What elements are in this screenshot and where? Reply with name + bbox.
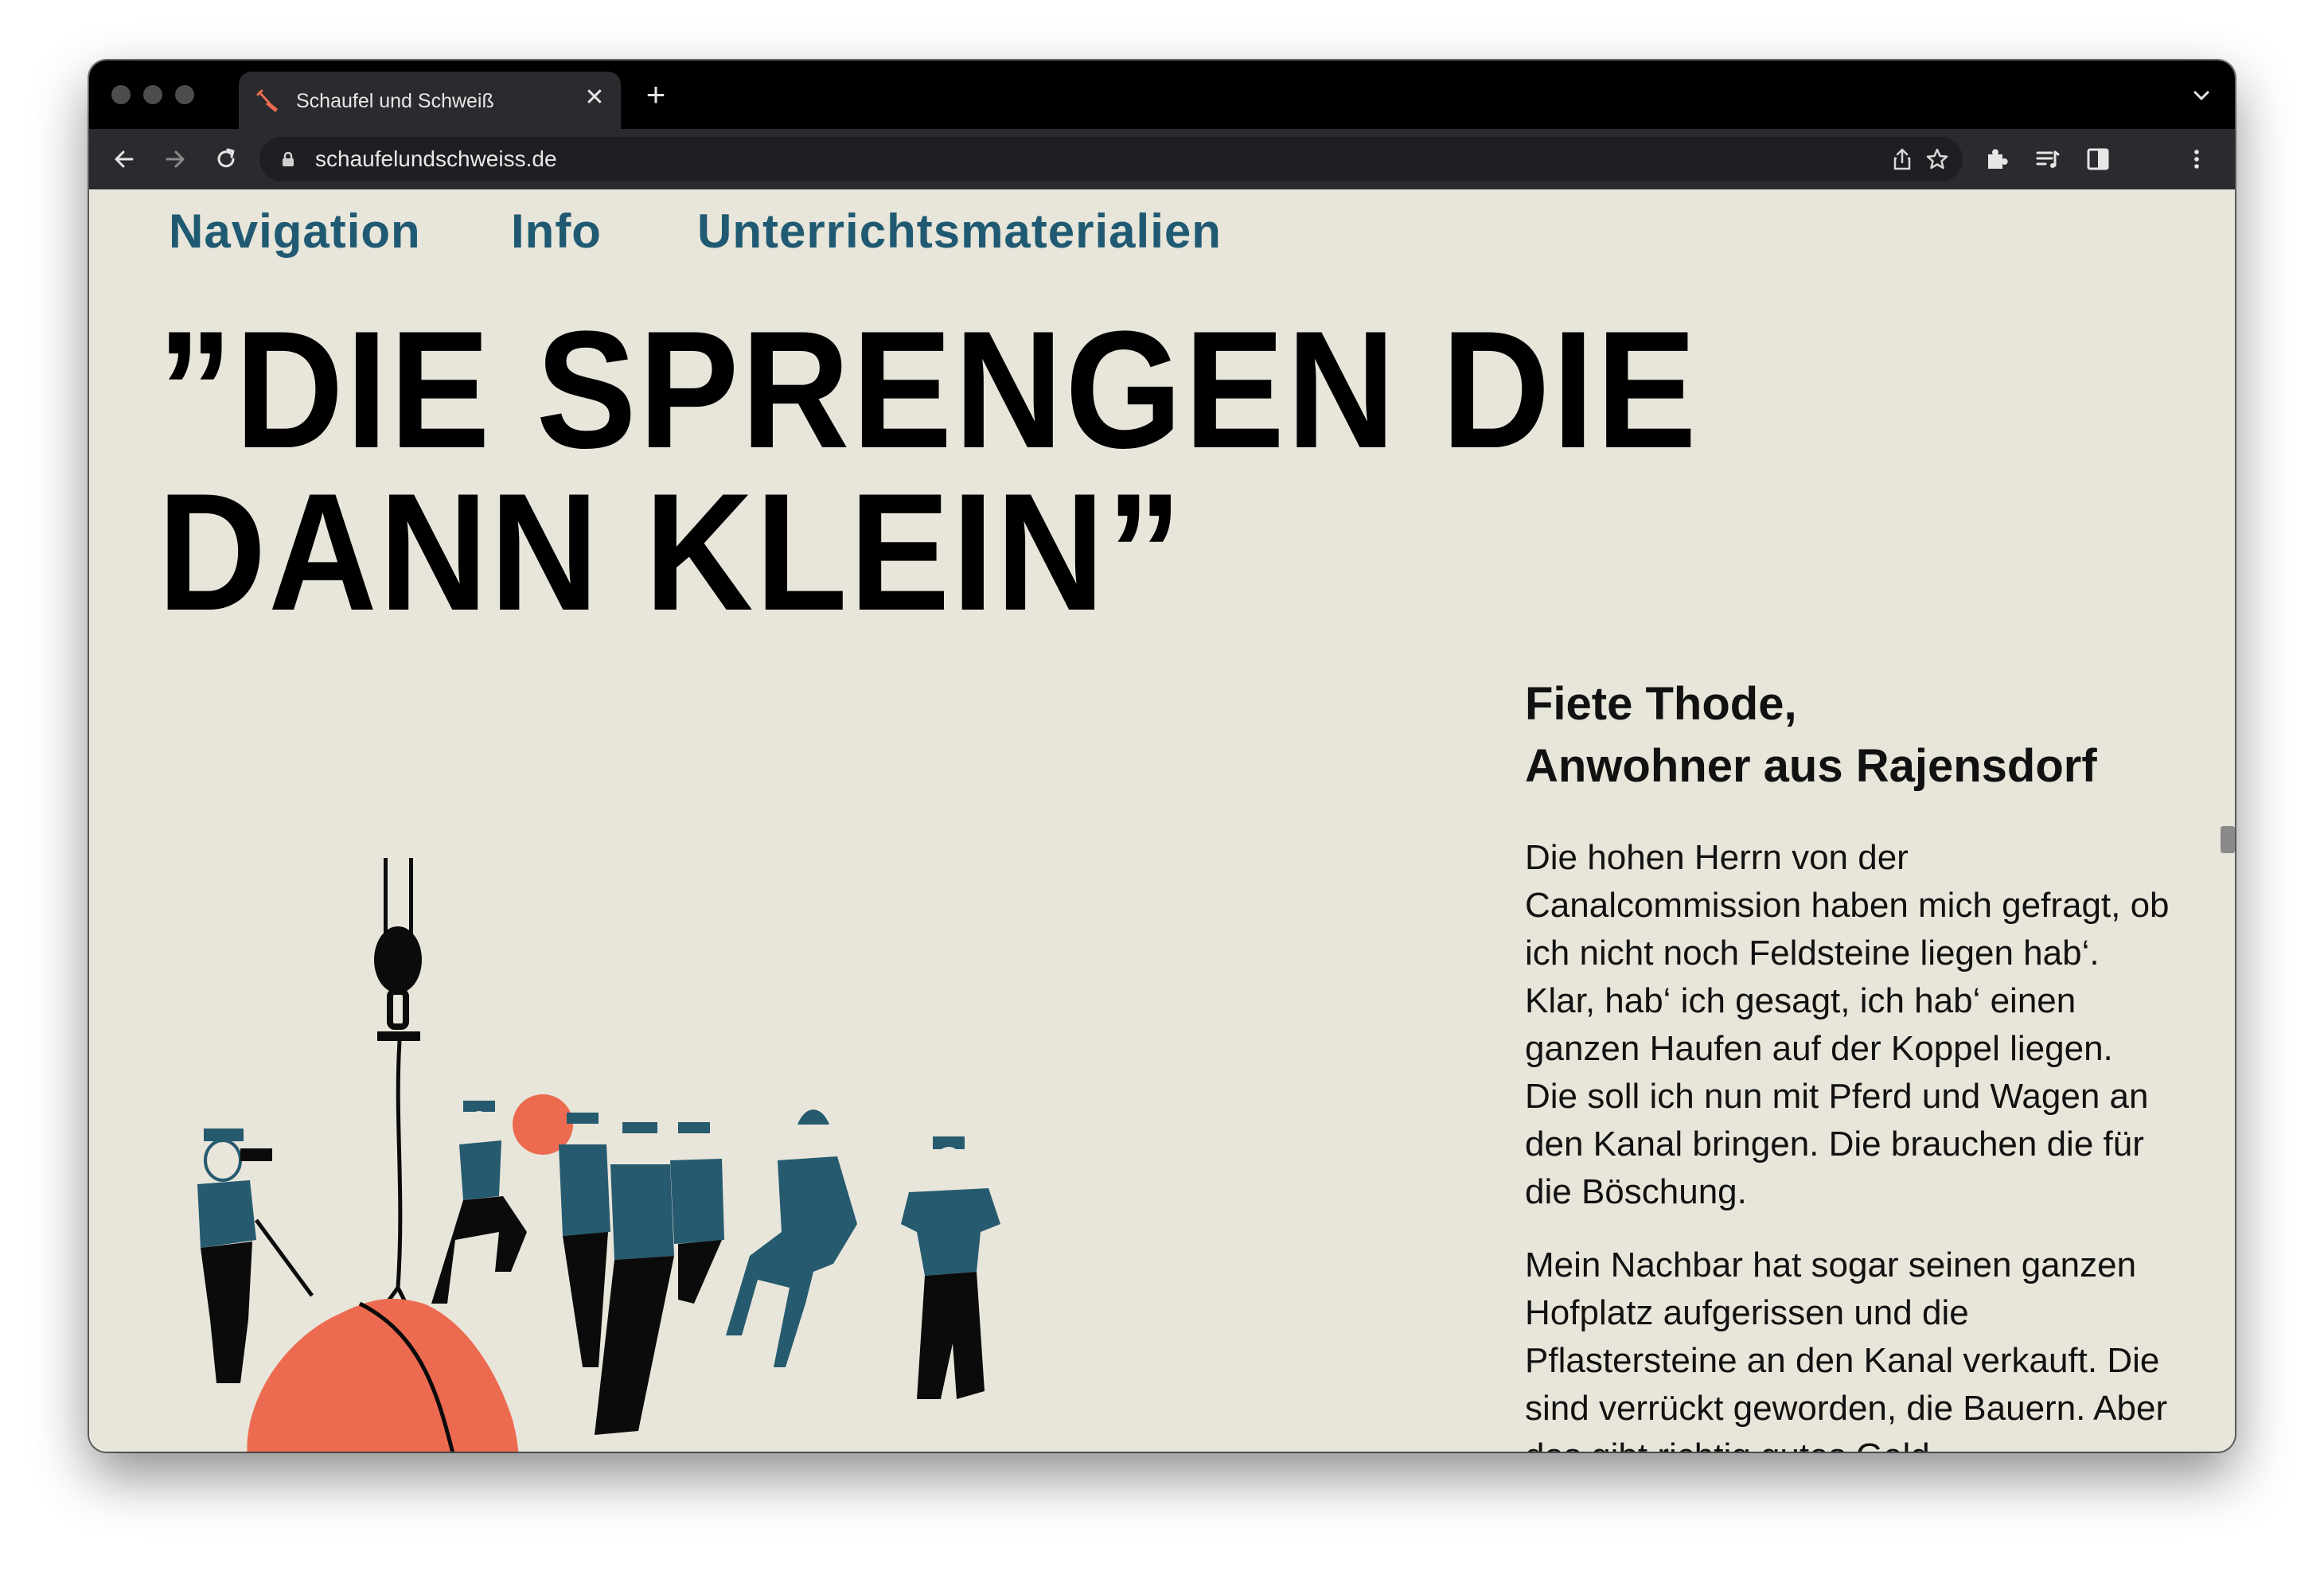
more-menu-icon[interactable] [2182,145,2211,173]
lock-icon[interactable] [279,150,298,169]
worker-figure-climbing [431,1094,573,1304]
side-panel-icon[interactable] [2084,145,2112,173]
browser-tab[interactable]: Schaufel und Schweiß ✕ [239,72,621,129]
page-headline: ”DIE SPRENGEN DIE DANN KLEIN” [158,296,1699,645]
tab-search-chevron-icon[interactable] [2190,84,2213,107]
back-arrow-icon[interactable] [110,145,138,173]
bookmark-star-icon[interactable] [1924,146,1950,172]
quote-paragraph: Die hohen Herrn von der Canalcommission … [1525,838,2170,1211]
scrollbar-thumb[interactable] [2221,826,2235,853]
speaker-heading: Fiete Thode, Anwohner aus Rajensdorf [1525,673,2097,797]
page-content: Navigation Info Unterrichtsmaterialien ”… [89,189,2235,1452]
reload-icon[interactable] [212,145,240,173]
workers-illustration [197,858,1000,1452]
worker-figure-right [901,1136,1000,1399]
address-bar[interactable]: schaufelundschweiss.de [259,137,1963,181]
quote-paragraph: Mein Nachbar hat sogar seinen ganzen Hof… [1525,1245,2168,1452]
window-maximize-dot[interactable] [175,85,194,104]
worker-group-middle [559,1113,724,1435]
url-text: schaufelundschweiss.de [315,146,557,171]
window-close-dot[interactable] [111,85,131,104]
share-icon[interactable] [1889,146,1915,172]
browser-window: Schaufel und Schweiß ✕ + schaufelundschw… [89,60,2235,1452]
reading-list-icon[interactable] [2033,145,2061,173]
worker-figure-seated [726,1109,857,1367]
tab-bar: Schaufel und Schweiß ✕ + [89,60,2235,129]
extensions-puzzle-icon[interactable] [1982,145,2010,173]
nav-link-navigation[interactable]: Navigation [169,204,421,259]
quote-text: Die hohen Herrn von der Canalcommission … [1525,834,2170,1452]
window-minimize-dot[interactable] [143,85,162,104]
red-boulder [247,1298,519,1452]
nav-link-unterrichtsmaterialien[interactable]: Unterrichtsmaterialien [697,204,1222,259]
speaker-role: Anwohner aus Rajensdorf [1525,740,2097,792]
forward-arrow-icon[interactable] [161,145,189,173]
new-tab-icon[interactable]: + [638,78,673,111]
tab-close-icon[interactable]: ✕ [581,84,608,111]
tab-title: Schaufel und Schweiß [296,90,494,112]
browser-toolbar: schaufelundschweiss.de [89,129,2235,189]
shovel-favicon-icon [256,89,278,112]
speaker-name: Fiete Thode, [1525,678,1797,730]
nav-link-info[interactable]: Info [511,204,602,259]
